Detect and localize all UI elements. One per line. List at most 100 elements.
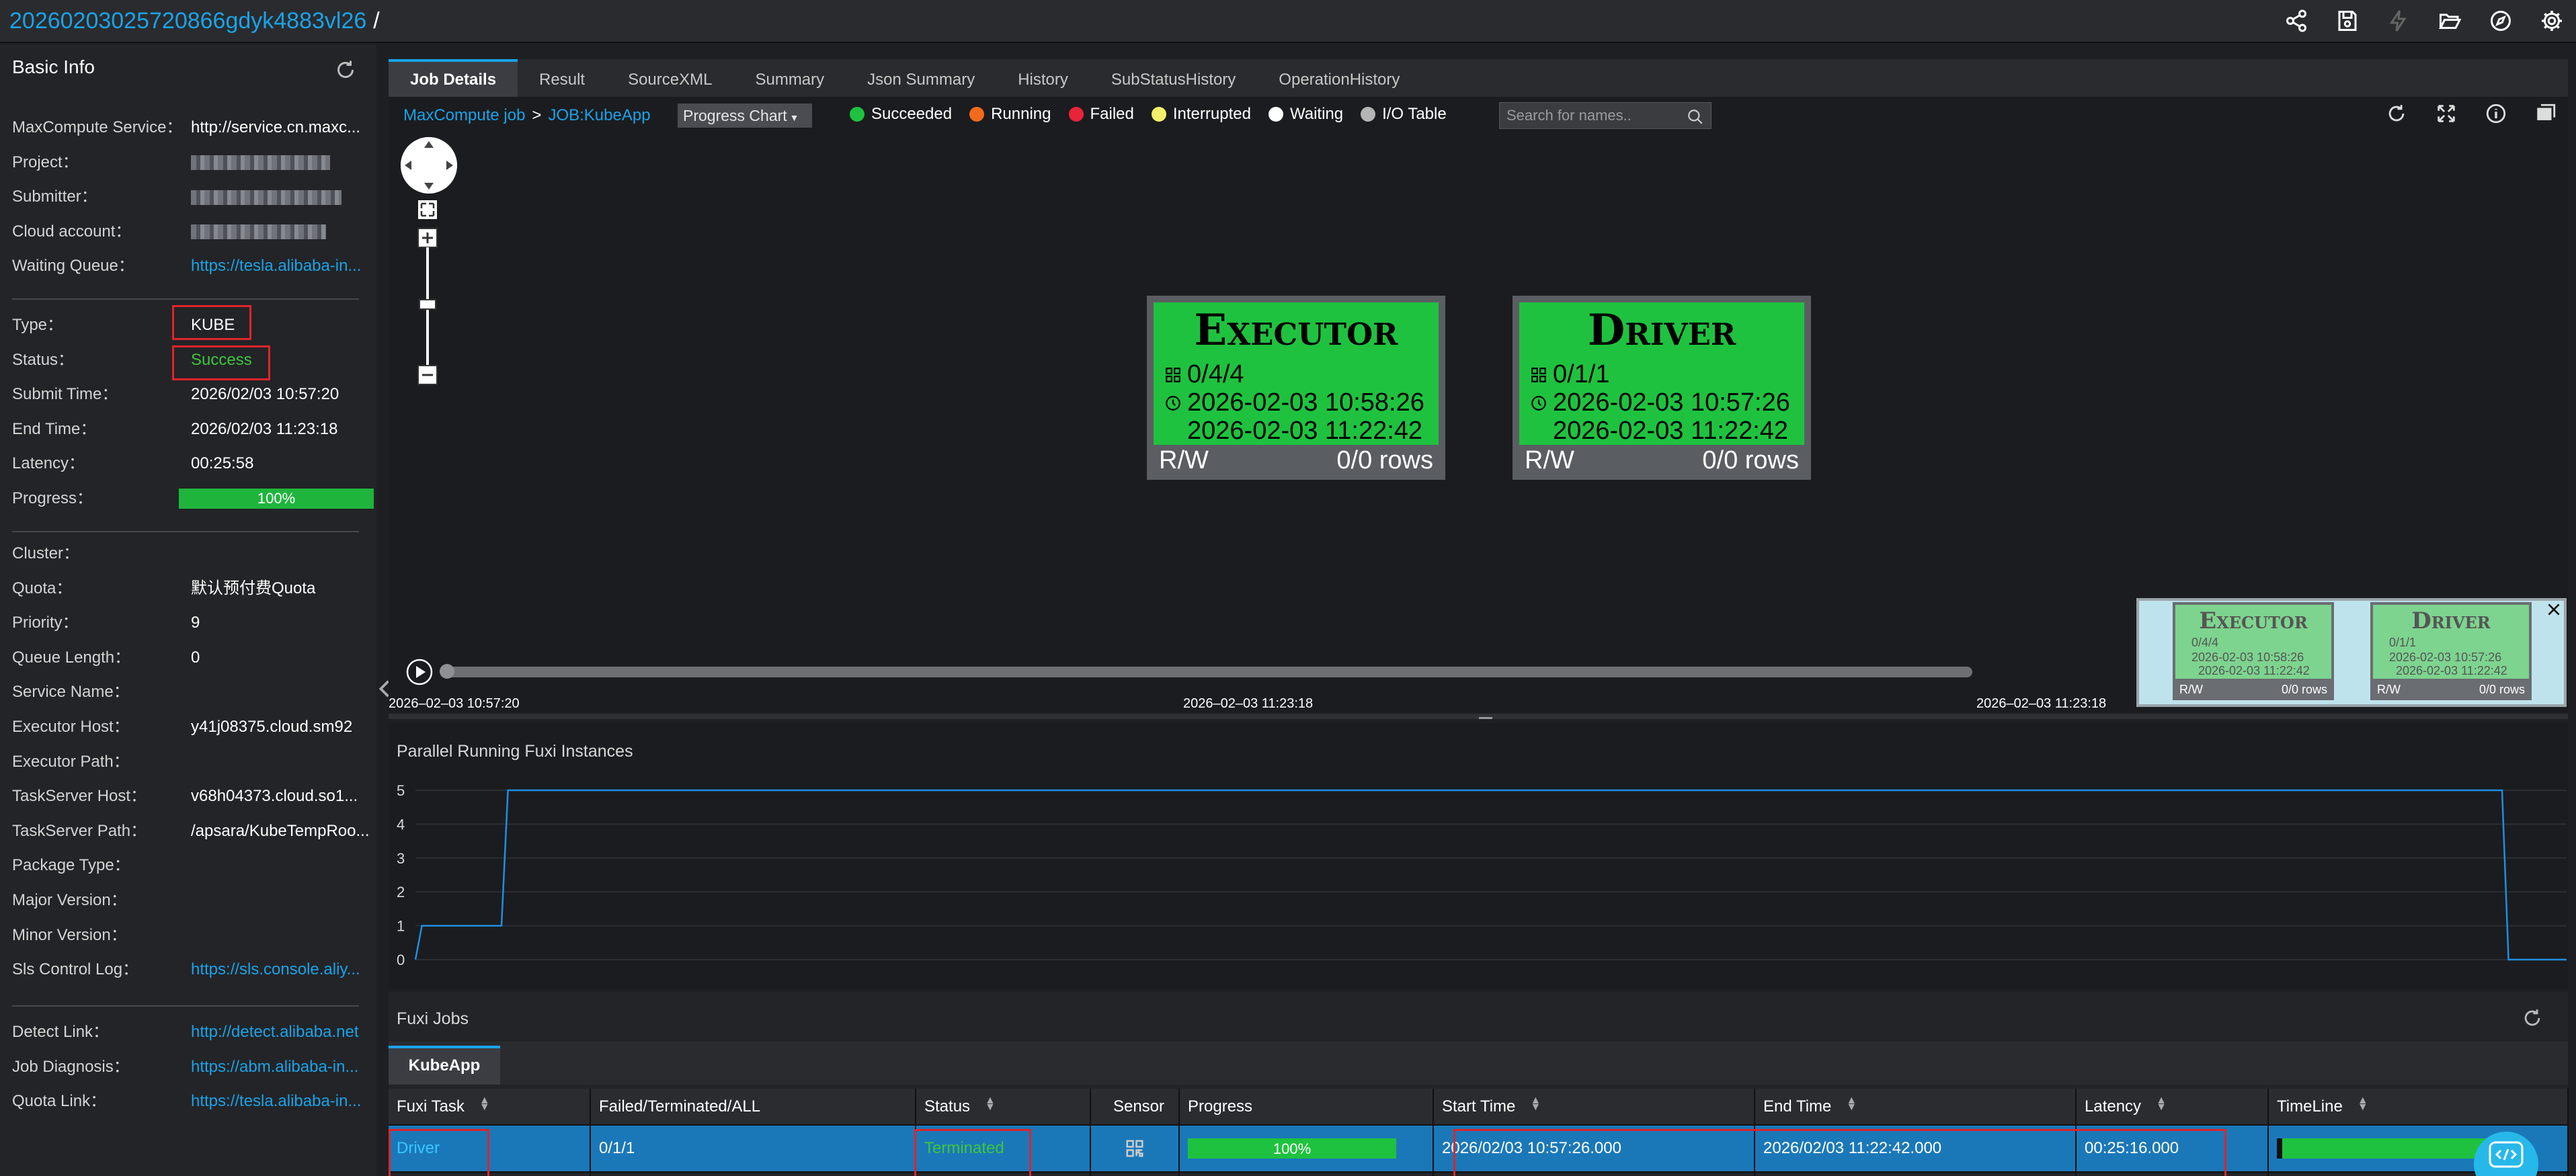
breadcrumb-root[interactable]: MaxCompute job: [403, 106, 525, 124]
sort-icon[interactable]: ▲ ▼: [479, 1095, 490, 1112]
sort-icon[interactable]: ▲ ▼: [2156, 1095, 2167, 1112]
info-link[interactable]: https://abm.alibaba-in...: [191, 1055, 386, 1079]
splitter-grip[interactable]: [1479, 717, 1492, 719]
info-link[interactable]: https://tesla.alibaba-in...: [191, 1089, 386, 1114]
close-icon[interactable]: [2545, 601, 2563, 618]
legend-item[interactable]: Waiting: [1268, 105, 1343, 124]
zoom-control[interactable]: [414, 199, 441, 414]
minimap-node-count: 0/4/4: [2191, 636, 2219, 649]
column-header[interactable]: Start Time ▲ ▼: [1433, 1089, 1755, 1125]
legend-dot-icon: [1361, 107, 1376, 122]
job-node-driver[interactable]: Driver 0/1/1 2026-02-03 10:57:26 2026-02-03…: [1513, 296, 1811, 480]
sort-icon[interactable]: ▲ ▼: [1530, 1095, 1541, 1112]
info-label: TaskServer Host：: [12, 787, 147, 806]
column-header[interactable]: Progress: [1179, 1089, 1434, 1125]
pan-control[interactable]: [401, 137, 457, 194]
lightning-icon[interactable]: [2386, 9, 2411, 33]
node-rows: 0/0 rows: [1702, 446, 1799, 474]
zoom-in-icon[interactable]: [417, 228, 438, 248]
tab-job-details[interactable]: Job Details: [389, 59, 518, 97]
column-header[interactable]: TimeLine ▲ ▼: [2268, 1089, 2569, 1125]
search-icon[interactable]: [1687, 108, 1704, 126]
column-header[interactable]: Fuxi Task ▲ ▼: [389, 1089, 591, 1125]
highlight-box-times: [1453, 1129, 2226, 1176]
compass-icon[interactable]: [2489, 9, 2513, 33]
fuxi-instances-panel: 0 1 2 3 4 5 Parallel Running Fuxi Instances: [389, 723, 2568, 989]
node-rows: 0/0 rows: [1336, 446, 1433, 474]
legend-item[interactable]: Interrupted: [1151, 105, 1251, 124]
job-detail-area: Job Details Result SourceXML Summary Json Su…: [383, 44, 2569, 1176]
zoom-out-icon[interactable]: [417, 365, 438, 385]
gear-icon[interactable]: [2540, 9, 2564, 33]
qr-code-icon[interactable]: [1125, 1138, 1145, 1159]
node-instance-count: 0/1/1: [1530, 360, 1610, 389]
legend-item[interactable]: I/O Table: [1361, 105, 1447, 124]
zoom-slider-handle[interactable]: [419, 299, 436, 310]
play-icon[interactable]: [406, 659, 433, 685]
column-header[interactable]: Latency ▲ ▼: [2076, 1089, 2269, 1125]
expand-icon[interactable]: [2435, 102, 2458, 125]
node-count-text: 0/4/4: [1187, 360, 1244, 388]
refresh-icon[interactable]: [2385, 102, 2408, 125]
refresh-icon[interactable]: [2521, 1007, 2544, 1030]
tab-result[interactable]: Result: [518, 59, 606, 97]
column-header[interactable]: Failed/Terminated/ALL: [590, 1089, 916, 1125]
status-legend: Succeeded Running Failed Interrupted Waiting…: [850, 105, 1447, 124]
info-value: 0: [191, 648, 200, 667]
tab-substatushistory[interactable]: SubStatusHistory: [1090, 59, 1257, 97]
share-icon[interactable]: [2284, 9, 2308, 33]
fuxi-jobs-title: Fuxi Jobs: [397, 1009, 469, 1028]
graph-minimap[interactable]: Executor 0/4/4 2026-02-03 10:58:26 2026-02-…: [2136, 598, 2567, 707]
panel-splitter[interactable]: [389, 714, 2568, 719]
minimap-node-count: 0/1/1: [2389, 636, 2417, 649]
job-node-executor[interactable]: Executor 0/4/4 2026-02-03 10:58:26 2026-02-…: [1147, 296, 1445, 480]
tab-history[interactable]: History: [996, 59, 1090, 97]
node-search-input[interactable]: Search for names..: [1499, 102, 1712, 129]
legend-item[interactable]: Failed: [1068, 105, 1134, 124]
timeline-handle[interactable]: [440, 664, 454, 679]
minimap-node-end: 2026-02-03 11:22:42: [2396, 664, 2507, 677]
info-label: TaskServer Path：: [12, 821, 147, 840]
column-header[interactable]: Status ▲ ▼: [916, 1089, 1091, 1125]
legend-item[interactable]: Succeeded: [850, 105, 952, 124]
minimap-rw-label: R/W: [2377, 683, 2401, 696]
info-label: Major Version：: [12, 891, 127, 909]
chart-type-select[interactable]: Progress Chart ▼: [678, 103, 812, 128]
sort-icon[interactable]: ▲ ▼: [985, 1095, 996, 1112]
minimap-toggle-icon[interactable]: [2534, 102, 2557, 125]
grid-icon: [1164, 360, 1187, 388]
breadcrumb-job[interactable]: JOB:KubeApp: [548, 106, 650, 124]
legend-dot-icon: [969, 107, 985, 122]
info-link[interactable]: http://detect.alibaba.net: [191, 1020, 386, 1044]
sort-icon[interactable]: ▲ ▼: [2358, 1095, 2368, 1112]
folder-open-icon[interactable]: [2438, 9, 2462, 33]
refresh-icon[interactable]: [333, 58, 358, 82]
tab-summary[interactable]: Summary: [733, 59, 846, 97]
tab-operationhistory[interactable]: OperationHistory: [1257, 59, 1421, 97]
info-label: Type：: [12, 316, 64, 334]
task-timeline-fill: [2282, 1138, 2499, 1159]
node-rw-label: R/W: [1525, 446, 1574, 474]
fit-view-icon[interactable]: [418, 200, 437, 219]
tab-kubeapp[interactable]: KubeApp: [389, 1046, 500, 1085]
minimap-rows: 0/0 rows: [2479, 683, 2525, 696]
sort-icon[interactable]: ▲ ▼: [1846, 1095, 1857, 1112]
cell-sensor[interactable]: [1090, 1124, 1180, 1172]
tab-json-summary[interactable]: Json Summary: [846, 59, 996, 97]
tab-sourcexml[interactable]: SourceXML: [606, 59, 733, 97]
column-header[interactable]: End Time ▲ ▼: [1755, 1089, 2077, 1125]
column-header-label: Latency: [2085, 1097, 2142, 1116]
info-icon[interactable]: [2485, 102, 2507, 125]
cell-sensor[interactable]: [1090, 1171, 1180, 1176]
save-icon[interactable]: [2335, 9, 2360, 33]
basic-info-panel: Basic Info MaxCompute Service： http://ser…: [0, 44, 376, 1176]
playback-timeline[interactable]: [445, 667, 1972, 677]
job-id-title[interactable]: 20260203025720866gdyk4883vl26: [9, 8, 366, 34]
fuxi-instances-title: Parallel Running Fuxi Instances: [397, 742, 633, 761]
info-link[interactable]: https://tesla.alibaba-in...: [191, 254, 386, 278]
info-link[interactable]: https://sls.console.aliy...: [191, 958, 386, 982]
legend-item[interactable]: Running: [969, 105, 1051, 124]
highlight-box-status: [914, 1129, 1031, 1176]
column-header[interactable]: Sensor: [1090, 1089, 1180, 1125]
node-rw-label: R/W: [1159, 446, 1209, 474]
